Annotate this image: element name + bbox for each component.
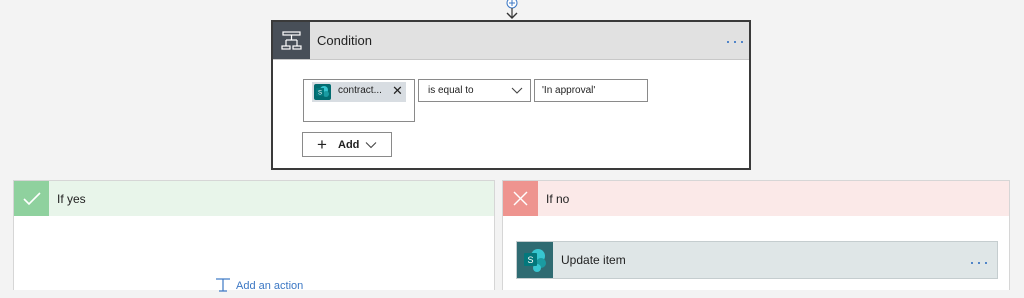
condition-more-options-button[interactable]: ··· xyxy=(725,32,746,50)
svg-text:S: S xyxy=(318,91,322,97)
condition-title: Condition xyxy=(317,33,372,48)
if-yes-header[interactable]: If yes xyxy=(14,181,494,216)
token-label: contract... xyxy=(338,85,382,96)
if-no-branch: If no S Update item ··· xyxy=(502,180,1010,290)
sharepoint-icon: S xyxy=(517,242,553,278)
condition-value-field[interactable]: 'In approval' xyxy=(534,79,648,102)
add-action-label[interactable]: Add an action xyxy=(236,280,303,292)
plus-icon: + xyxy=(317,135,327,154)
update-item-more-options-button[interactable]: ··· xyxy=(969,253,990,271)
if-yes-title: If yes xyxy=(57,192,86,206)
if-yes-branch: If yes Add an action xyxy=(13,180,495,292)
if-no-title: If no xyxy=(546,192,570,206)
condition-icon xyxy=(273,22,310,59)
svg-text:S: S xyxy=(527,255,533,265)
operator-selected-value: is equal to xyxy=(428,85,474,96)
insert-step-connector[interactable] xyxy=(502,0,522,22)
condition-left-operand-field[interactable]: S contract... ✕ xyxy=(303,79,415,122)
dynamic-content-token[interactable]: S contract... ✕ xyxy=(312,82,406,102)
condition-value-text: 'In approval' xyxy=(542,85,596,96)
chevron-down-icon xyxy=(365,138,377,156)
add-step-icon xyxy=(214,277,232,298)
condition-header[interactable]: Condition ··· xyxy=(273,22,749,60)
add-button-label: Add xyxy=(338,139,360,151)
update-item-title: Update item xyxy=(561,253,626,267)
if-no-header[interactable]: If no xyxy=(503,181,1009,216)
update-item-action-card[interactable]: S Update item ··· xyxy=(516,241,998,279)
sharepoint-icon: S xyxy=(314,84,331,100)
add-condition-button[interactable]: + Add xyxy=(302,132,392,157)
check-icon xyxy=(14,181,49,216)
remove-token-button[interactable]: ✕ xyxy=(392,83,403,99)
condition-card[interactable]: Condition ··· S contract... ✕ is equal t… xyxy=(271,20,751,170)
close-icon xyxy=(503,181,538,216)
operator-dropdown[interactable]: is equal to xyxy=(418,79,531,102)
chevron-down-icon xyxy=(510,82,524,103)
